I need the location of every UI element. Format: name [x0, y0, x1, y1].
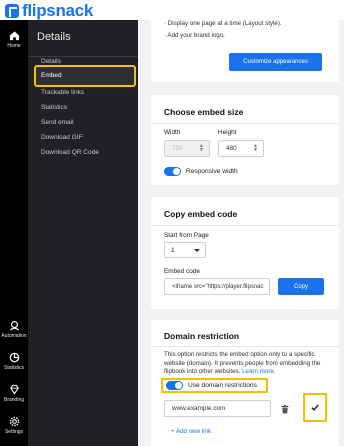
rail-item-statistics[interactable]: Statistics — [0, 352, 28, 371]
details-panel: Details Details Embed Trackable links St… — [28, 20, 138, 446]
start-page-select[interactable]: 1 — [164, 242, 206, 258]
width-stepper-icon: ▲ ▼ — [199, 143, 204, 153]
start-page-label: Start from Page — [164, 232, 209, 239]
rail-label-automation: Automation — [1, 333, 27, 339]
embed-code-label: Embed code — [164, 268, 200, 275]
embed-code-card: Copy embed code Start from Page 1 Embed … — [151, 197, 339, 309]
embed-code-field[interactable]: <iframe src="https://player.flipsnac — [164, 278, 270, 295]
domain-restriction-description: This option restricts the embed option o… — [164, 351, 334, 377]
start-page-value: 1 — [171, 246, 175, 254]
domain-restriction-toggle-label: Use domain restrictions — [188, 382, 257, 389]
branding-icon — [9, 384, 19, 395]
width-label: Width — [164, 129, 181, 136]
width-field: 720 ▲ ▼ — [164, 140, 210, 157]
appearance-bullet: · Add your brand logo. — [164, 32, 225, 39]
domain-restriction-card: Domain restriction This option restricts… — [151, 320, 339, 446]
domain-input[interactable]: www.example.com — [164, 400, 271, 417]
logo-text: flipsnack — [22, 1, 93, 20]
menu-item-trackable-links[interactable]: Trackable links — [41, 89, 84, 96]
automation-icon — [9, 321, 19, 331]
domain-restriction-title: Domain restriction — [164, 331, 240, 341]
customize-appearances-button[interactable]: Customize appearances — [229, 53, 322, 71]
copy-button[interactable]: Copy — [278, 278, 324, 295]
learn-more-link[interactable]: Learn more. — [242, 368, 275, 375]
chevron-down-icon — [194, 249, 200, 252]
height-field[interactable]: 480 ▲ ▼ — [218, 140, 264, 157]
rail-label-home: Home — [7, 43, 21, 49]
menu-item-statistics[interactable]: Statistics — [41, 104, 67, 111]
panel-divider — [28, 56, 138, 57]
rail-item-branding[interactable]: Branding — [0, 384, 28, 403]
embed-size-title: Choose embed size — [164, 107, 244, 117]
menu-item-embed[interactable]: Embed — [34, 65, 136, 87]
rail-item-settings[interactable]: Settings — [0, 416, 28, 435]
embed-code-title: Copy embed code — [164, 209, 238, 219]
menu-item-download-qr-code[interactable]: Download QR Code — [41, 149, 99, 156]
width-value: 720 — [172, 145, 183, 152]
responsive-width-toggle[interactable] — [164, 167, 181, 176]
settings-icon — [9, 416, 19, 427]
panel-title: Details — [37, 31, 71, 43]
rail-item-home[interactable]: Home — [0, 30, 28, 49]
checkmark-icon — [311, 404, 319, 411]
rail-label-statistics: Statistics — [3, 365, 24, 371]
height-value: 480 — [226, 145, 237, 152]
card-divider — [151, 346, 339, 347]
appearance-card: · Display one page at a time (Layout sty… — [151, 20, 339, 82]
menu-item-send-email[interactable]: Send email — [41, 119, 74, 126]
save-domain-button[interactable] — [305, 395, 325, 420]
domain-value: www.example.com — [172, 405, 226, 412]
height-stepper-icon[interactable]: ▲ ▼ — [253, 144, 258, 153]
logo-mark-icon — [5, 4, 19, 18]
delete-domain-button[interactable] — [279, 403, 291, 415]
menu-item-download-gif[interactable]: Download GIF — [41, 134, 83, 141]
trash-icon — [281, 404, 289, 413]
home-icon — [9, 31, 19, 41]
responsive-width-label: Responsive width — [186, 168, 238, 175]
rail-label-settings: Settings — [4, 429, 24, 435]
embed-code-value: <iframe src="https://player.flipsnac — [172, 283, 264, 290]
domain-restriction-toggle[interactable] — [166, 381, 183, 390]
height-label: Height — [218, 129, 237, 136]
top-bar: flipsnack — [0, 0, 344, 20]
rail-item-automation[interactable]: Automation — [0, 320, 28, 339]
appearance-bullet: · Display one page at a time (Layout sty… — [164, 20, 282, 27]
menu-item-details[interactable]: Details — [41, 58, 61, 65]
card-divider — [151, 123, 339, 124]
rail-label-branding: Branding — [3, 397, 24, 403]
statistics-icon — [9, 352, 19, 363]
embed-size-card: Choose embed size Width 720 ▲ ▼ Height 48… — [151, 95, 339, 185]
main-content[interactable]: · Display one page at a time (Layout sty… — [138, 20, 344, 446]
card-divider — [151, 225, 339, 226]
flipsnack-logo[interactable]: flipsnack — [5, 1, 93, 21]
add-new-link[interactable]: + Add new link — [171, 428, 211, 435]
icon-rail: Home Automation Statistics Branding Sett… — [0, 20, 28, 446]
